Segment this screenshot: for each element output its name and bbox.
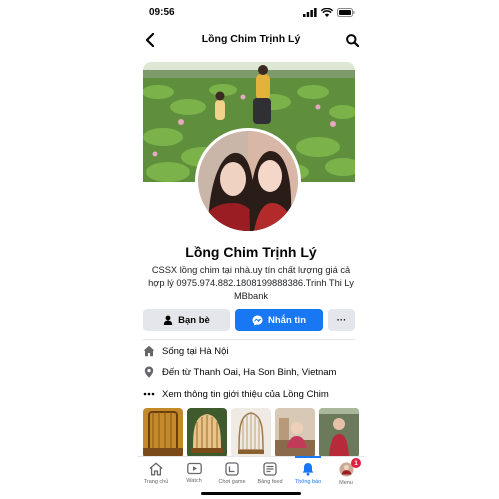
friend-icon <box>163 315 173 325</box>
photo-strip <box>143 408 365 458</box>
message-button[interactable]: Nhắn tin <box>235 309 323 331</box>
search-button[interactable] <box>343 31 361 49</box>
profile-bio: CSSX lồng chim tại nhà.uy tín chất lượng… <box>148 265 354 301</box>
see-about-link[interactable]: Xem thông tin giới thiệu của Lồng Chim <box>143 386 359 402</box>
location-pin-icon <box>143 366 155 378</box>
more-dots-icon <box>143 388 155 400</box>
profile-screen: 09:56 Lồng Chim Trịnh Lý Lồng Chim Trịnh… <box>137 0 365 499</box>
battery-icon <box>337 8 355 17</box>
profile-name: Lồng Chim Trịnh Lý <box>185 244 317 260</box>
info-from: Đến từ Thanh Oai, Ha Son Binh, Vietnam <box>143 364 359 380</box>
lives-in-text: Sống tại Hà Nội <box>162 345 229 357</box>
back-button[interactable] <box>141 31 159 49</box>
more-options-label: ··· <box>336 314 347 326</box>
friends-button-label: Bạn bè <box>178 314 210 326</box>
tab-label: Menu <box>339 480 353 486</box>
tab-label: Bảng feed <box>257 479 283 485</box>
tab-label: Chơi game <box>218 479 246 485</box>
home-icon <box>143 345 155 357</box>
photo-thumbnail[interactable] <box>319 408 359 458</box>
see-about-text: Xem thông tin giới thiệu của Lồng Chim <box>162 388 329 400</box>
info-lives-in: Sống tại Hà Nội <box>143 343 359 359</box>
nav-bar: Lồng Chim Trịnh Lý <box>137 26 365 54</box>
feeds-icon <box>263 462 277 476</box>
status-bar: 09:56 <box>137 0 365 26</box>
search-icon <box>345 33 359 47</box>
status-time: 09:56 <box>149 7 175 18</box>
messenger-icon <box>252 315 263 325</box>
photo-thumbnail[interactable] <box>187 408 227 458</box>
bell-icon <box>302 463 314 476</box>
tab-label: Trang chủ <box>143 479 169 485</box>
profile-avatar[interactable] <box>195 128 301 234</box>
tab-home[interactable]: Trang chủ <box>137 457 175 499</box>
home-icon <box>149 462 163 476</box>
more-options-button[interactable]: ··· <box>328 309 355 331</box>
status-icons <box>303 8 355 17</box>
home-indicator <box>201 492 301 495</box>
gaming-icon <box>225 462 239 476</box>
photo-thumbnail[interactable] <box>143 408 183 458</box>
tab-menu[interactable]: 1 Menu <box>327 457 365 499</box>
notification-badge: 1 <box>351 458 361 468</box>
tab-label: Thông báo <box>294 479 322 485</box>
wifi-icon <box>321 8 333 17</box>
profile-actions: Bạn bè Nhắn tin ··· <box>143 309 355 331</box>
signal-icon <box>303 8 317 17</box>
chevron-left-icon <box>145 33 155 47</box>
message-button-label: Nhắn tin <box>268 314 306 326</box>
tab-label: Watch <box>186 478 202 484</box>
photo-thumbnail[interactable] <box>275 408 315 458</box>
from-text: Đến từ Thanh Oai, Ha Son Binh, Vietnam <box>162 366 337 378</box>
photo-thumbnail[interactable] <box>231 408 271 458</box>
watch-icon <box>186 462 202 475</box>
page-title: Lồng Chim Trịnh Lý <box>201 33 301 45</box>
section-divider <box>143 339 355 340</box>
friends-button[interactable]: Bạn bè <box>143 309 230 331</box>
